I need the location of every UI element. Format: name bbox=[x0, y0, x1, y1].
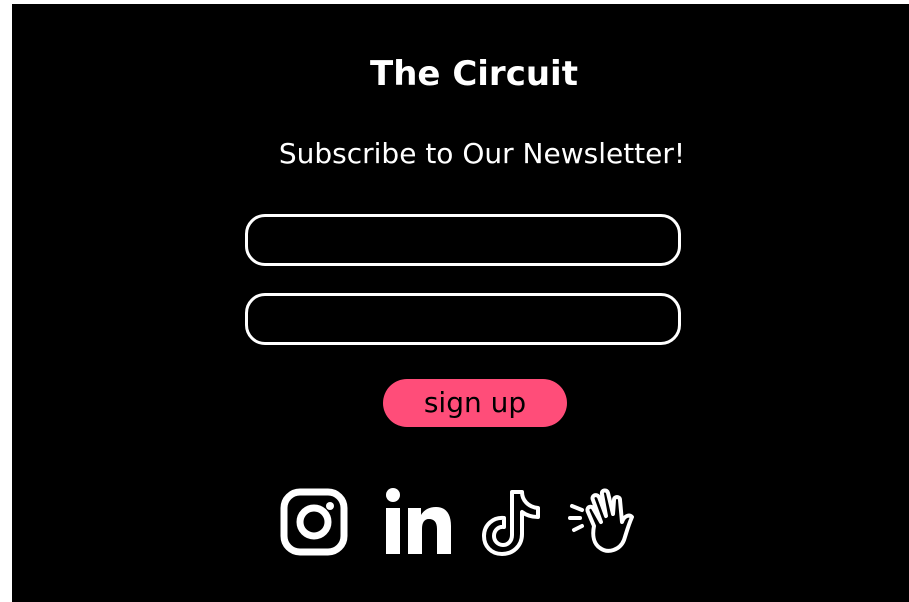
second-input-field[interactable] bbox=[245, 293, 681, 345]
linkedin-link[interactable] bbox=[382, 486, 454, 558]
newsletter-subtitle: Subscribe to Our Newsletter! bbox=[278, 137, 686, 170]
page-title: The Circuit bbox=[370, 54, 578, 94]
sign-up-button[interactable]: sign up bbox=[383, 379, 567, 427]
tiktok-link[interactable] bbox=[478, 486, 550, 558]
social-links bbox=[278, 486, 658, 562]
first-input-field[interactable] bbox=[245, 214, 681, 266]
waving-hand-icon bbox=[568, 488, 634, 553]
newsletter-panel: The Circuit Subscribe to Our Newsletter!… bbox=[12, 4, 909, 602]
waving-hand-link[interactable] bbox=[568, 486, 640, 558]
tiktok-icon bbox=[482, 490, 540, 556]
instagram-icon bbox=[280, 488, 348, 556]
linkedin-icon bbox=[386, 488, 451, 554]
instagram-link[interactable] bbox=[278, 486, 350, 558]
